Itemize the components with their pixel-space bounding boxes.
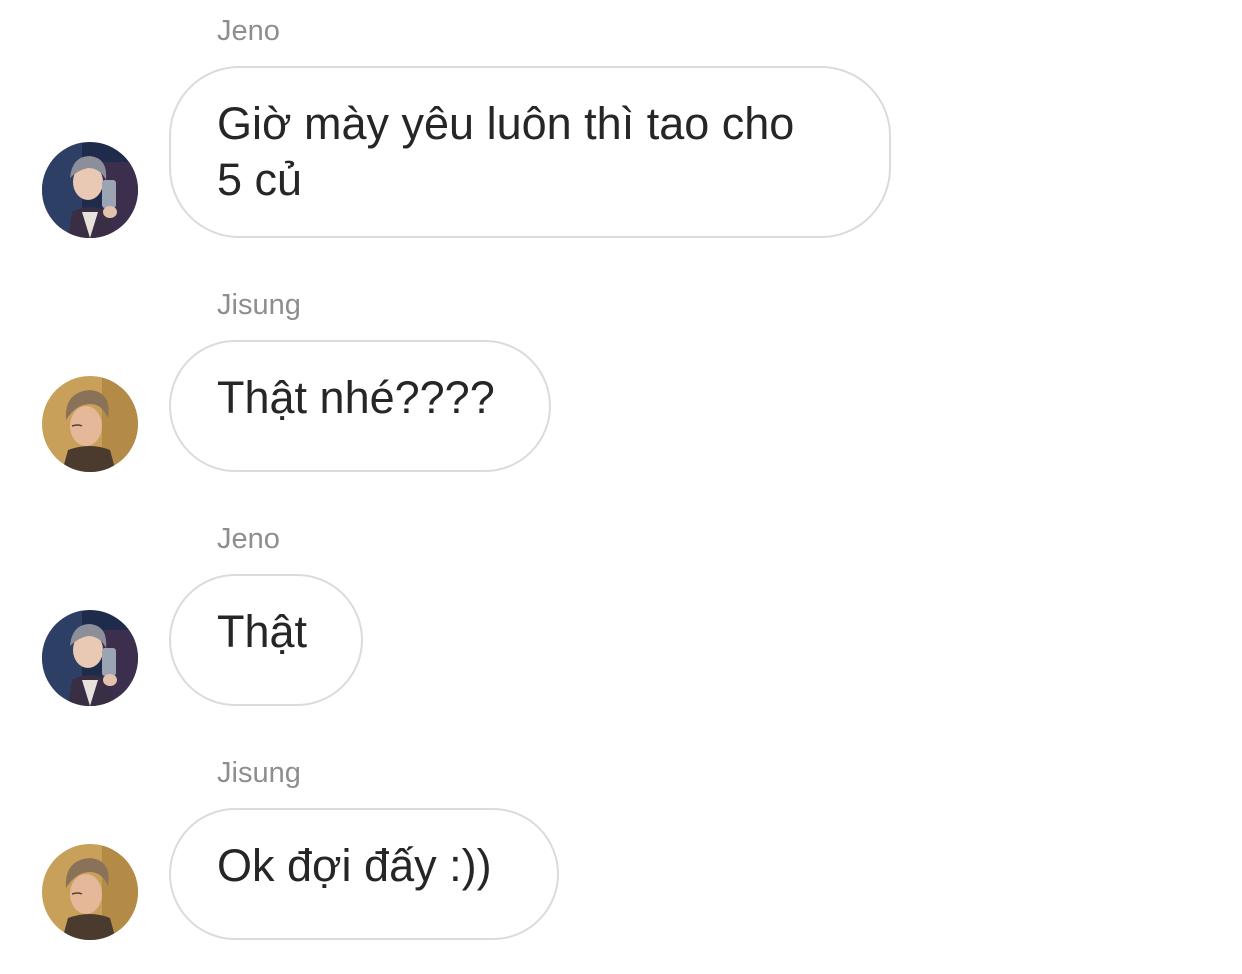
jeno-avatar-icon[interactable]	[42, 610, 138, 706]
sender-name: Jisung	[217, 757, 301, 789]
message-group: Jisung Ok đợi đấy :))	[0, 756, 1242, 946]
message-group: Jeno Thật	[0, 522, 1242, 712]
message-bubble[interactable]: Ok đợi đấy :))	[169, 808, 559, 940]
message-bubble[interactable]: Thật	[169, 574, 363, 706]
message-text: Giờ mày yêu luôn thì tao cho 5 củ	[217, 98, 795, 205]
jeno-avatar-icon[interactable]	[42, 142, 138, 238]
message-text: Thật	[217, 606, 308, 657]
sender-name: Jeno	[217, 523, 280, 555]
message-group: Jisung Thật nhé????	[0, 288, 1242, 478]
sender-name: Jeno	[217, 15, 280, 47]
message-group: Jeno Giờ mày yêu luôn thì tao cho 5 củ	[0, 14, 1242, 244]
jisung-avatar-icon[interactable]	[42, 376, 138, 472]
jisung-avatar-icon[interactable]	[42, 844, 138, 940]
message-bubble[interactable]: Giờ mày yêu luôn thì tao cho 5 củ	[169, 66, 891, 238]
message-bubble[interactable]: Thật nhé????	[169, 340, 551, 472]
message-text: Thật nhé????	[217, 372, 495, 423]
sender-name: Jisung	[217, 289, 301, 321]
message-text: Ok đợi đấy :))	[217, 840, 492, 891]
